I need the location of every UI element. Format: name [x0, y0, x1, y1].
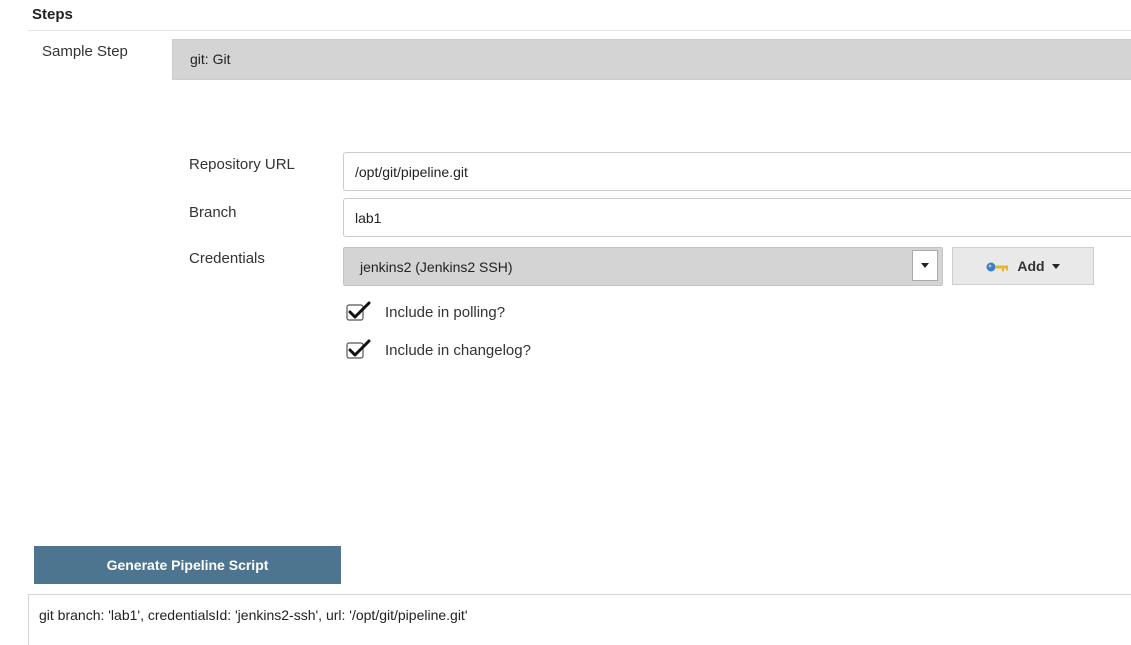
checkbox-checked-icon[interactable] — [345, 339, 373, 361]
sample-step-select[interactable]: git: Git — [172, 39, 1131, 80]
section-title: Steps — [32, 6, 73, 23]
branch-input[interactable]: lab1 — [343, 198, 1131, 237]
add-button-label: Add — [1017, 258, 1045, 274]
key-icon — [986, 260, 1010, 272]
sample-step-label: Sample Step — [42, 43, 128, 60]
add-credentials-button[interactable]: Add — [952, 247, 1094, 285]
repository-url-label: Repository URL — [189, 156, 295, 173]
credentials-select[interactable]: jenkins2 (Jenkins2 SSH) — [343, 247, 943, 286]
dropdown-arrow-icon — [921, 263, 929, 268]
generated-script-output[interactable]: git branch: 'lab1', credentialsId: 'jenk… — [28, 594, 1131, 645]
generate-pipeline-script-button[interactable]: Generate Pipeline Script — [34, 546, 341, 584]
include-polling-label: Include in polling? — [385, 303, 506, 321]
section-divider — [28, 30, 1131, 31]
include-changelog-label: Include in changelog? — [385, 341, 531, 359]
repository-url-input[interactable]: /opt/git/pipeline.git — [343, 152, 1131, 191]
credentials-dropdown-arrow[interactable] — [912, 250, 938, 281]
include-polling-option[interactable]: Include in polling? — [345, 301, 505, 323]
include-changelog-option[interactable]: Include in changelog? — [345, 339, 531, 361]
caret-down-icon — [1051, 263, 1060, 269]
credentials-label: Credentials — [189, 250, 265, 267]
checkbox-checked-icon[interactable] — [345, 301, 373, 323]
branch-label: Branch — [189, 204, 237, 221]
